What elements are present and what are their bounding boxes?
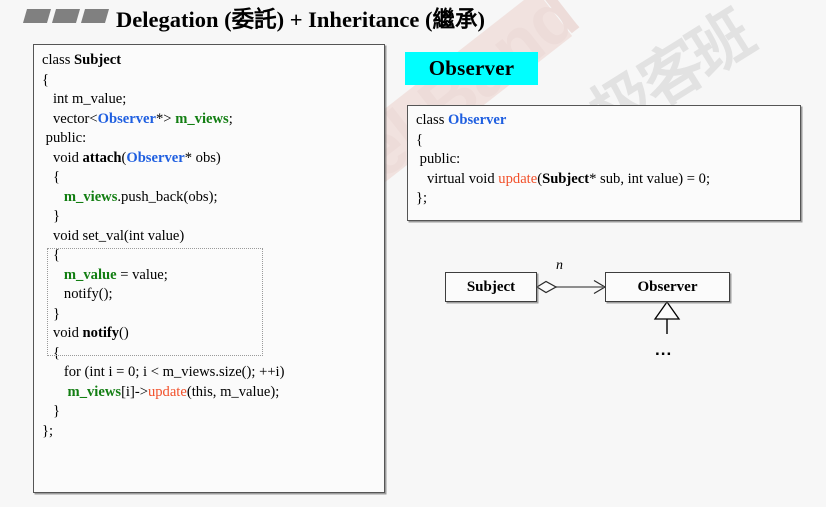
- subject-code-block: class Subject{ int m_value; vector<Obser…: [33, 44, 385, 493]
- subject-code-line: m_views[i]->update(this, m_value);: [42, 383, 384, 403]
- code-token: }: [42, 305, 60, 322]
- observer-heading-chip: Observer: [405, 52, 538, 85]
- subject-code-line: {: [42, 246, 384, 266]
- subject-code-line: void notify(): [42, 324, 384, 344]
- uml-class-subject: Subject: [445, 272, 537, 302]
- code-token: Subject: [74, 52, 122, 68]
- uml-subclass-placeholder: ...: [655, 340, 673, 359]
- subject-code-line: {: [42, 71, 384, 91]
- code-token: {: [42, 71, 50, 88]
- code-token: {: [42, 247, 60, 263]
- code-token: void set_val(int value): [42, 227, 185, 244]
- code-token: attach: [82, 149, 122, 166]
- code-token: (this, m_value);: [186, 383, 280, 400]
- uml-diagram: Subject Observer n ...: [430, 258, 770, 368]
- code-token: public:: [416, 151, 461, 167]
- code-token: public:: [42, 130, 87, 146]
- code-token: update: [147, 383, 187, 400]
- subject-code-line: {: [42, 168, 384, 188]
- code-token: }: [42, 403, 60, 419]
- code-token: notify: [82, 325, 120, 341]
- code-token: m_views: [67, 383, 122, 400]
- subject-code-line: for (int i = 0; i < m_views.size(); ++i): [42, 363, 384, 383]
- subject-code-line: };: [42, 422, 384, 442]
- subject-code-line: }: [42, 305, 384, 325]
- code-token: void: [42, 149, 83, 166]
- observer-code-line: virtual void update(Subject* sub, int va…: [416, 170, 800, 190]
- subject-code-line: void attach(Observer* obs): [42, 149, 384, 169]
- subject-code-line: m_value = value;: [42, 266, 384, 286]
- observer-heading-label: Observer: [428, 56, 515, 80]
- code-token: update: [498, 170, 538, 187]
- code-token: Observer: [126, 149, 185, 166]
- code-token: (): [119, 325, 129, 341]
- code-token: m_views: [175, 110, 229, 127]
- slide-header: Delegation (委託) + Inheritance (繼承): [0, 0, 826, 40]
- subject-code-line: class Subject: [42, 51, 384, 71]
- subject-code-line: notify();: [42, 285, 384, 305]
- observer-code-block: class Observer{ public: virtual void upd…: [407, 105, 801, 221]
- decoration-square-3: [80, 9, 110, 23]
- inheritance-triangle-icon: [653, 300, 681, 320]
- code-token: * obs): [184, 149, 221, 166]
- code-token: class: [416, 112, 449, 128]
- code-token: int m_value;: [42, 91, 127, 107]
- uml-class-observer: Observer: [605, 272, 730, 302]
- code-token: };: [42, 422, 54, 439]
- code-token: Observer: [97, 110, 156, 127]
- code-token: {: [416, 131, 424, 148]
- code-token: [i]->: [121, 383, 148, 400]
- subject-code-line: }: [42, 402, 384, 422]
- code-token: *>: [156, 110, 176, 127]
- code-token: virtual void: [416, 170, 499, 187]
- code-token: for (int i = 0; i < m_views.size(); ++i): [42, 364, 285, 380]
- code-token: m_value: [63, 266, 117, 283]
- subject-code-line: int m_value;: [42, 90, 384, 110]
- subject-code-line: m_views.push_back(obs);: [42, 188, 384, 208]
- code-token: m_views: [63, 188, 118, 205]
- code-token: notify();: [42, 286, 113, 302]
- page-title: Delegation (委託) + Inheritance (繼承): [116, 7, 486, 32]
- subject-code-line: void set_val(int value): [42, 227, 384, 247]
- observer-code-line: };: [416, 189, 800, 209]
- observer-code-line: public:: [416, 150, 800, 170]
- code-token: Observer: [448, 112, 507, 128]
- decoration-square-1: [22, 9, 52, 23]
- code-token: };: [416, 190, 428, 206]
- code-token: {: [42, 344, 60, 361]
- code-token: = value;: [116, 266, 168, 283]
- subject-code-line: {: [42, 344, 384, 364]
- code-token: void: [42, 325, 83, 341]
- code-token: Subject: [542, 170, 590, 187]
- code-token: vector<: [42, 110, 98, 127]
- decoration-square-2: [51, 9, 81, 23]
- code-token: class: [42, 52, 75, 68]
- code-token: .push_back(obs);: [117, 188, 218, 205]
- observer-code-line: class Observer: [416, 111, 800, 131]
- code-token: ;: [228, 110, 233, 127]
- code-token: * sub, int value) = 0;: [589, 170, 711, 187]
- code-token: }: [42, 208, 60, 224]
- observer-code-line: {: [416, 131, 800, 151]
- subject-code-line: vector<Observer*> m_views;: [42, 110, 384, 130]
- code-token: {: [42, 169, 60, 185]
- decoration-squares: [22, 9, 110, 23]
- subject-code-line: }: [42, 207, 384, 227]
- subject-code-line: public:: [42, 129, 384, 149]
- uml-multiplicity-label: n: [556, 258, 563, 273]
- aggregation-diamond-icon: [535, 280, 558, 294]
